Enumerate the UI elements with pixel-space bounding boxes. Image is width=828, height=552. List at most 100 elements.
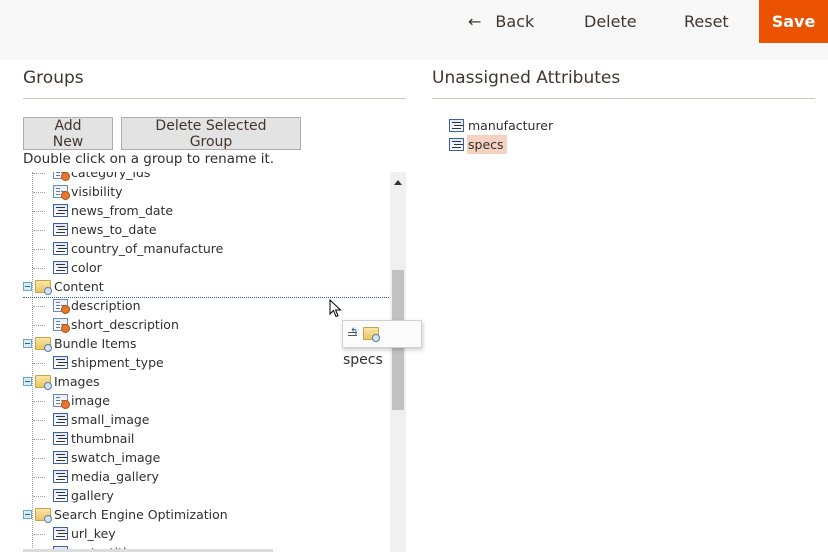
tree-attribute-label: short_description <box>71 317 179 332</box>
save-button[interactable]: Save <box>759 0 828 43</box>
arrow-left-icon: ← <box>468 12 482 31</box>
attribute-icon <box>449 119 464 132</box>
tree-attribute-label: image <box>71 393 110 408</box>
tree-attribute-label: country_of_manufacture <box>71 241 224 256</box>
tree-connector <box>33 249 45 250</box>
folder-icon <box>35 337 52 352</box>
system-attribute-icon <box>53 394 70 409</box>
tree-group-label: Images <box>54 374 100 389</box>
tree-connector <box>33 401 45 402</box>
unassigned-divider <box>432 98 815 99</box>
tree-attribute-label: small_image <box>71 412 150 427</box>
unassigned-item[interactable]: manufacturer <box>449 116 556 135</box>
system-attribute-icon <box>53 172 70 181</box>
tree-connector <box>33 534 45 535</box>
attribute-icon <box>449 138 464 151</box>
tree-attribute[interactable]: gallery <box>53 486 114 505</box>
tree-group[interactable]: Search Engine Optimization <box>23 505 228 524</box>
tree-attribute-label: color <box>71 260 102 275</box>
drop-indicator <box>23 297 389 298</box>
attribute-icon <box>53 451 68 464</box>
mouse-cursor-icon <box>329 299 342 318</box>
unassigned-item-selected[interactable]: specs <box>449 135 556 154</box>
collapse-toggle-icon[interactable] <box>23 510 32 519</box>
tree-group-label: Bundle Items <box>54 336 137 351</box>
tree-attribute[interactable]: country_of_manufacture <box>53 239 223 258</box>
attribute-icon <box>53 204 68 217</box>
tree-group[interactable]: Bundle Items <box>23 334 136 353</box>
tree-attribute[interactable]: small_image <box>53 410 149 429</box>
unassigned-title: Unassigned Attributes <box>432 68 621 88</box>
page-actions-bar: ← Back Delete Reset Save <box>0 0 828 60</box>
tree-attribute[interactable]: color <box>53 258 102 277</box>
tree-group[interactable]: Content <box>23 277 104 296</box>
tree-connector <box>33 439 45 440</box>
groups-title: Groups <box>23 68 84 88</box>
add-new-group-button[interactable]: Add New <box>23 117 113 150</box>
attribute-icon <box>53 470 68 483</box>
folder-icon <box>35 508 52 523</box>
tree-group-label: Search Engine Optimization <box>54 507 228 522</box>
tree-connector <box>33 363 45 364</box>
tree-group-label: Content <box>54 279 104 294</box>
unassigned-attributes-list: manufacturer specs <box>449 116 556 154</box>
tree-attribute[interactable]: shipment_type <box>53 353 164 372</box>
tree-connector <box>33 230 45 231</box>
drop-insert-icon <box>348 320 360 346</box>
rename-hint: Double click on a group to rename it. <box>23 151 275 167</box>
attribute-icon <box>53 356 68 369</box>
tree-guide-line <box>32 172 33 552</box>
tree-connector <box>33 496 45 497</box>
unassigned-item-label: specs <box>467 135 507 154</box>
tree-group[interactable]: Images <box>23 372 100 391</box>
tree-attribute-label: news_to_date <box>71 222 157 237</box>
tree-attribute-label: category_ids <box>71 172 151 180</box>
tree-attribute[interactable]: thumbnail <box>53 429 134 448</box>
attribute-icon <box>53 223 68 236</box>
tree-connector <box>33 173 45 174</box>
collapse-toggle-icon[interactable] <box>23 377 32 386</box>
system-attribute-icon <box>53 318 70 333</box>
folder-icon <box>35 280 52 295</box>
tree-attribute[interactable]: media_gallery <box>53 467 159 486</box>
scroll-up-arrow-icon[interactable] <box>394 180 402 185</box>
attribute-icon <box>53 527 68 540</box>
tree-attribute-label: news_from_date <box>71 203 174 218</box>
collapse-toggle-icon[interactable] <box>23 282 32 291</box>
tree-attribute[interactable]: category_ids <box>53 172 150 182</box>
tree-attribute-label: thumbnail <box>71 431 135 446</box>
reset-button[interactable]: Reset <box>684 0 729 43</box>
tree-attribute-label: media_gallery <box>71 469 159 484</box>
tree-attribute[interactable]: description <box>53 296 141 315</box>
tree-attribute-label: visibility <box>71 184 123 199</box>
tree-attribute[interactable]: news_to_date <box>53 220 157 239</box>
attribute-icon <box>53 432 68 445</box>
attribute-icon <box>53 489 68 502</box>
tree-attribute[interactable]: image <box>53 391 110 410</box>
tree-attribute-label: swatch_image <box>71 450 161 465</box>
delete-button[interactable]: Delete <box>584 0 637 43</box>
groups-divider <box>23 98 406 99</box>
tree-attribute-label: gallery <box>71 488 114 503</box>
back-button[interactable]: ← Back <box>468 0 534 43</box>
collapse-toggle-icon[interactable] <box>23 339 32 348</box>
tree-scrollbar[interactable] <box>390 172 406 552</box>
tree-connector <box>33 420 45 421</box>
delete-selected-group-button[interactable]: Delete Selected Group <box>121 117 301 150</box>
folder-icon <box>363 327 380 342</box>
tree-attribute[interactable]: url_key <box>53 524 116 543</box>
tree-connector <box>33 306 45 307</box>
tree-attribute[interactable]: news_from_date <box>53 201 173 220</box>
tree-attribute[interactable]: visibility <box>53 182 123 201</box>
drag-proxy: specs <box>342 320 422 368</box>
system-attribute-icon <box>53 185 70 200</box>
attribute-icon <box>53 242 68 255</box>
attribute-icon <box>53 413 68 426</box>
tree-attribute-label: url_key <box>71 526 116 541</box>
tree-connector <box>33 458 45 459</box>
tree-attribute[interactable]: short_description <box>53 315 179 334</box>
tree-attribute-label: description <box>71 298 141 313</box>
tree-attribute[interactable]: swatch_image <box>53 448 160 467</box>
folder-icon <box>35 375 52 390</box>
tree-connector <box>33 211 45 212</box>
